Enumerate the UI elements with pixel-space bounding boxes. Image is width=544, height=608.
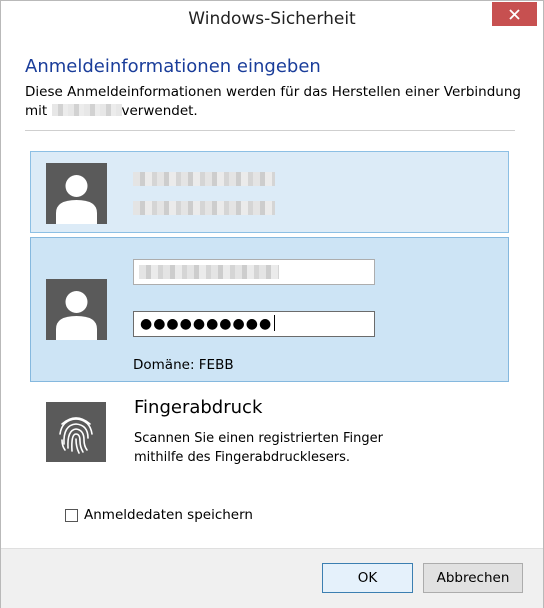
fingerprint-icon[interactable] (46, 402, 106, 462)
username-input[interactable] (133, 259, 375, 285)
cancel-button[interactable]: Abbrechen (423, 563, 523, 593)
close-button[interactable] (492, 2, 537, 26)
redacted-server-name (51, 104, 122, 116)
remember-label: Anmeldedaten speichern (84, 507, 253, 523)
domain-label: Domäne: FEBB (133, 357, 234, 373)
fingerprint-title: Fingerabdruck (134, 397, 263, 418)
user-avatar-icon (46, 279, 107, 340)
account-tile-selected[interactable]: ●●●●●●●●●● Domäne: FEBB (30, 237, 509, 382)
dialog-description: Diese Anmeldeinformationen werden für da… (25, 83, 525, 121)
description-prefix: mit (25, 103, 52, 119)
account-tile-other[interactable] (30, 151, 509, 233)
checkbox-icon[interactable] (65, 508, 78, 522)
dialog-content: Anmeldeinformationen eingeben Diese Anme… (1, 38, 543, 548)
user-avatar-icon (46, 163, 107, 224)
description-suffix: verwendet. (121, 103, 198, 119)
password-value: ●●●●●●●●●● (140, 315, 276, 332)
close-icon (509, 8, 520, 20)
fingerprint-line1: Scannen Sie einen registrierten Finger (134, 431, 383, 446)
redacted-username (133, 172, 275, 186)
redacted-user-detail (133, 201, 275, 215)
credential-dialog: Windows-Sicherheit Anmeldeinformationen … (0, 0, 544, 608)
password-dots: ●●●●●●●●●● (140, 316, 273, 332)
fingerprint-description: Scannen Sie einen registrierten Finger m… (134, 429, 434, 467)
ok-button[interactable]: OK (322, 563, 413, 593)
remember-credentials[interactable]: Anmeldedaten speichern (65, 507, 253, 523)
divider (25, 130, 515, 131)
redacted-username-value (139, 265, 279, 279)
text-caret (274, 315, 276, 331)
password-input[interactable]: ●●●●●●●●●● (133, 311, 375, 337)
dialog-heading: Anmeldeinformationen eingeben (25, 56, 321, 77)
description-line1: Diese Anmeldeinformationen werden für da… (25, 84, 521, 100)
window-title: Windows-Sicherheit (188, 9, 356, 29)
dialog-footer: OK Abbrechen (1, 548, 543, 608)
title-bar[interactable]: Windows-Sicherheit (1, 1, 543, 38)
fingerprint-line2: mithilfe des Fingerabdrucklesers. (134, 450, 351, 465)
